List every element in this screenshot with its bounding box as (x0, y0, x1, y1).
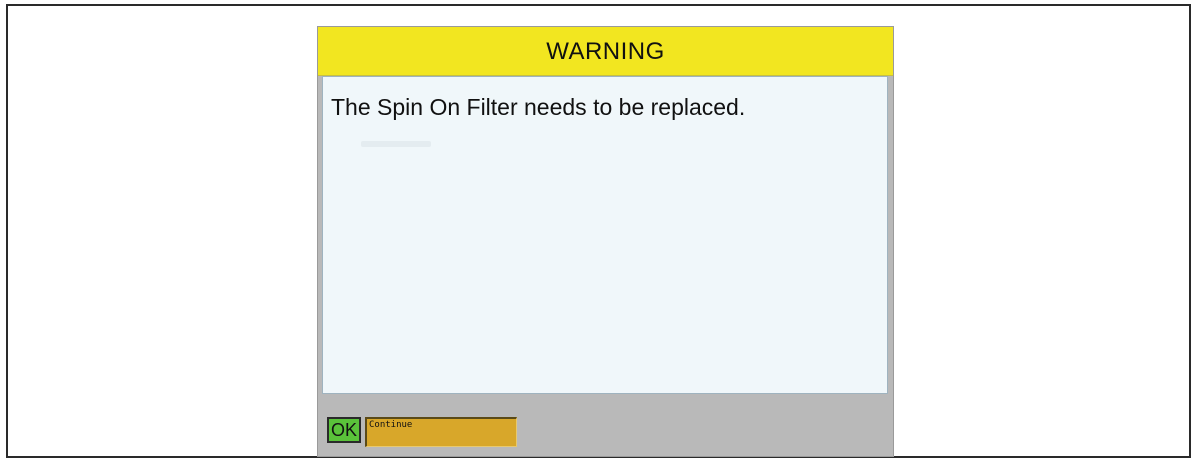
screen-frame: WARNING The Spin On Filter needs to be r… (6, 4, 1191, 458)
ok-button[interactable]: OK (327, 417, 361, 443)
dialog-body: The Spin On Filter needs to be replaced. (322, 76, 888, 394)
warning-message: The Spin On Filter needs to be replaced. (331, 94, 746, 120)
dialog-footer: OK Continue (318, 396, 893, 456)
faint-artifact (361, 141, 431, 147)
warning-dialog: WARNING The Spin On Filter needs to be r… (317, 26, 894, 457)
dialog-header: WARNING (318, 27, 893, 76)
continue-field[interactable]: Continue (365, 417, 517, 447)
dialog-title: WARNING (546, 38, 665, 65)
